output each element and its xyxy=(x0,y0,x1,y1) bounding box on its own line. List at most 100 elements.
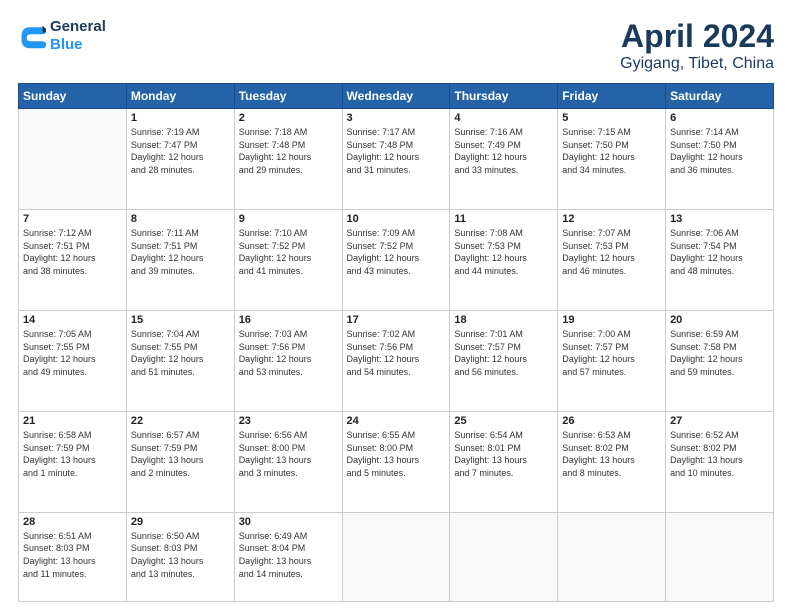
calendar-cell: 5 Sunrise: 7:15 AM Sunset: 7:50 PM Daylig… xyxy=(558,109,666,210)
day-number: 24 xyxy=(347,415,446,427)
day-number: 14 xyxy=(23,314,122,326)
day-info: Sunrise: 7:10 AM Sunset: 7:52 PM Dayligh… xyxy=(239,227,338,277)
day-number: 26 xyxy=(562,415,661,427)
calendar-title: April 2024 xyxy=(620,18,774,55)
calendar-cell: 13 Sunrise: 7:06 AM Sunset: 7:54 PM Dayli… xyxy=(666,209,774,310)
calendar-week-row: 1 Sunrise: 7:19 AM Sunset: 7:47 PM Daylig… xyxy=(19,109,774,210)
calendar-cell: 27Sunrise: 6:52 AM Sunset: 8:02 PM Dayli… xyxy=(666,411,774,512)
calendar-subtitle: Gyigang, Tibet, China xyxy=(620,55,774,73)
day-info: Sunrise: 6:59 AM Sunset: 7:58 PM Dayligh… xyxy=(670,328,769,378)
calendar-cell: 8 Sunrise: 7:11 AM Sunset: 7:51 PM Daylig… xyxy=(126,209,234,310)
day-number: 16 xyxy=(239,314,338,326)
calendar-cell: 24Sunrise: 6:55 AM Sunset: 8:00 PM Dayli… xyxy=(342,411,450,512)
col-header-wednesday: Wednesday xyxy=(342,84,450,109)
calendar-cell xyxy=(19,109,127,210)
day-info: Sunrise: 6:53 AM Sunset: 8:02 PM Dayligh… xyxy=(562,429,661,479)
day-number: 7 xyxy=(23,213,122,225)
day-number: 15 xyxy=(131,314,230,326)
col-header-sunday: Sunday xyxy=(19,84,127,109)
day-info: Sunrise: 7:08 AM Sunset: 7:53 PM Dayligh… xyxy=(454,227,553,277)
calendar-cell: 12Sunrise: 7:07 AM Sunset: 7:53 PM Dayli… xyxy=(558,209,666,310)
calendar-cell: 15 Sunrise: 7:04 AM Sunset: 7:55 PM Dayli… xyxy=(126,310,234,411)
calendar-cell: 2 Sunrise: 7:18 AM Sunset: 7:48 PM Daylig… xyxy=(234,109,342,210)
col-header-tuesday: Tuesday xyxy=(234,84,342,109)
day-info: Sunrise: 7:02 AM Sunset: 7:56 PM Dayligh… xyxy=(347,328,446,378)
calendar-cell: 6Sunrise: 7:14 AM Sunset: 7:50 PM Daylig… xyxy=(666,109,774,210)
day-number: 23 xyxy=(239,415,338,427)
calendar-cell: 4Sunrise: 7:16 AM Sunset: 7:49 PM Daylig… xyxy=(450,109,558,210)
calendar-cell: 16 Sunrise: 7:03 AM Sunset: 7:56 PM Dayli… xyxy=(234,310,342,411)
day-number: 8 xyxy=(131,213,230,225)
day-number: 5 xyxy=(562,112,661,124)
day-number: 19 xyxy=(562,314,661,326)
day-number: 4 xyxy=(454,112,553,124)
calendar-table: SundayMondayTuesdayWednesdayThursdayFrid… xyxy=(18,83,774,602)
calendar-week-row: 14 Sunrise: 7:05 AM Sunset: 7:55 PM Dayli… xyxy=(19,310,774,411)
day-info: Sunrise: 7:19 AM Sunset: 7:47 PM Dayligh… xyxy=(131,126,230,176)
day-info: Sunrise: 6:57 AM Sunset: 7:59 PM Dayligh… xyxy=(131,429,230,479)
col-header-friday: Friday xyxy=(558,84,666,109)
logo: General Blue xyxy=(18,18,106,54)
col-header-saturday: Saturday xyxy=(666,84,774,109)
day-info: Sunrise: 7:18 AM Sunset: 7:48 PM Dayligh… xyxy=(239,126,338,176)
calendar-cell: 10 Sunrise: 7:09 AM Sunset: 7:52 PM Dayli… xyxy=(342,209,450,310)
day-info: Sunrise: 7:11 AM Sunset: 7:51 PM Dayligh… xyxy=(131,227,230,277)
calendar-cell: 28 Sunrise: 6:51 AM Sunset: 8:03 PM Dayli… xyxy=(19,512,127,601)
day-number: 10 xyxy=(347,213,446,225)
calendar-week-row: 7Sunrise: 7:12 AM Sunset: 7:51 PM Daylig… xyxy=(19,209,774,310)
day-number: 18 xyxy=(454,314,553,326)
day-info: Sunrise: 6:56 AM Sunset: 8:00 PM Dayligh… xyxy=(239,429,338,479)
calendar-cell xyxy=(558,512,666,601)
day-number: 2 xyxy=(239,112,338,124)
day-number: 22 xyxy=(131,415,230,427)
day-number: 28 xyxy=(23,516,122,528)
calendar-cell: 21 Sunrise: 6:58 AM Sunset: 7:59 PM Dayli… xyxy=(19,411,127,512)
day-info: Sunrise: 6:51 AM Sunset: 8:03 PM Dayligh… xyxy=(23,530,122,580)
day-number: 21 xyxy=(23,415,122,427)
title-block: April 2024 Gyigang, Tibet, China xyxy=(620,18,774,73)
logo-blue: Blue xyxy=(50,36,106,54)
calendar-cell: 26 Sunrise: 6:53 AM Sunset: 8:02 PM Dayli… xyxy=(558,411,666,512)
day-number: 1 xyxy=(131,112,230,124)
calendar-week-row: 28 Sunrise: 6:51 AM Sunset: 8:03 PM Dayli… xyxy=(19,512,774,601)
calendar-cell: 9 Sunrise: 7:10 AM Sunset: 7:52 PM Daylig… xyxy=(234,209,342,310)
calendar-cell: 25 Sunrise: 6:54 AM Sunset: 8:01 PM Dayli… xyxy=(450,411,558,512)
calendar-cell: 17 Sunrise: 7:02 AM Sunset: 7:56 PM Dayli… xyxy=(342,310,450,411)
day-info: Sunrise: 6:50 AM Sunset: 8:03 PM Dayligh… xyxy=(131,530,230,580)
day-info: Sunrise: 6:54 AM Sunset: 8:01 PM Dayligh… xyxy=(454,429,553,479)
day-number: 17 xyxy=(347,314,446,326)
day-info: Sunrise: 6:52 AM Sunset: 8:02 PM Dayligh… xyxy=(670,429,769,479)
day-info: Sunrise: 7:17 AM Sunset: 7:48 PM Dayligh… xyxy=(347,126,446,176)
calendar-body: 1 Sunrise: 7:19 AM Sunset: 7:47 PM Daylig… xyxy=(19,109,774,602)
calendar-cell: 18 Sunrise: 7:01 AM Sunset: 7:57 PM Dayli… xyxy=(450,310,558,411)
day-info: Sunrise: 7:06 AM Sunset: 7:54 PM Dayligh… xyxy=(670,227,769,277)
calendar-cell: 19Sunrise: 7:00 AM Sunset: 7:57 PM Dayli… xyxy=(558,310,666,411)
logo-general: General xyxy=(50,18,106,36)
day-number: 9 xyxy=(239,213,338,225)
calendar-cell: 23 Sunrise: 6:56 AM Sunset: 8:00 PM Dayli… xyxy=(234,411,342,512)
day-info: Sunrise: 7:03 AM Sunset: 7:56 PM Dayligh… xyxy=(239,328,338,378)
day-info: Sunrise: 7:09 AM Sunset: 7:52 PM Dayligh… xyxy=(347,227,446,277)
col-header-monday: Monday xyxy=(126,84,234,109)
day-number: 29 xyxy=(131,516,230,528)
page: General Blue April 2024 Gyigang, Tibet, … xyxy=(0,0,792,612)
day-info: Sunrise: 7:04 AM Sunset: 7:55 PM Dayligh… xyxy=(131,328,230,378)
calendar-cell xyxy=(666,512,774,601)
header: General Blue April 2024 Gyigang, Tibet, … xyxy=(18,18,774,73)
day-info: Sunrise: 7:01 AM Sunset: 7:57 PM Dayligh… xyxy=(454,328,553,378)
day-info: Sunrise: 7:05 AM Sunset: 7:55 PM Dayligh… xyxy=(23,328,122,378)
day-info: Sunrise: 6:49 AM Sunset: 8:04 PM Dayligh… xyxy=(239,530,338,580)
day-info: Sunrise: 7:07 AM Sunset: 7:53 PM Dayligh… xyxy=(562,227,661,277)
col-header-thursday: Thursday xyxy=(450,84,558,109)
logo-icon xyxy=(18,22,46,50)
calendar-cell: 14 Sunrise: 7:05 AM Sunset: 7:55 PM Dayli… xyxy=(19,310,127,411)
day-number: 25 xyxy=(454,415,553,427)
day-info: Sunrise: 7:15 AM Sunset: 7:50 PM Dayligh… xyxy=(562,126,661,176)
day-number: 13 xyxy=(670,213,769,225)
logo-text-block: General Blue xyxy=(50,18,106,54)
day-info: Sunrise: 7:14 AM Sunset: 7:50 PM Dayligh… xyxy=(670,126,769,176)
calendar-cell: 3Sunrise: 7:17 AM Sunset: 7:48 PM Daylig… xyxy=(342,109,450,210)
day-info: Sunrise: 6:58 AM Sunset: 7:59 PM Dayligh… xyxy=(23,429,122,479)
day-number: 30 xyxy=(239,516,338,528)
calendar-cell xyxy=(342,512,450,601)
